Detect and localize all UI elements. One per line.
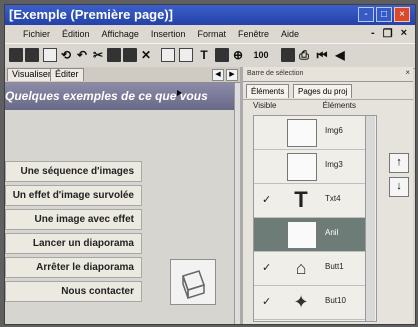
zoom-level[interactable]: 100 [249,48,273,62]
new-page-icon[interactable] [43,48,57,62]
doc-close-icon[interactable]: × [401,27,407,40]
cube-image[interactable] [170,259,216,305]
print-icon[interactable]: ⎙ [297,48,311,62]
selection-panel-title: Barre de sélection × [243,67,413,82]
nav-item-image-avec-effet[interactable]: Une image avec effet [5,209,142,230]
tab-elements[interactable]: Éléments [246,84,290,98]
scroll-right-icon[interactable]: ▶ [226,69,238,81]
menu-edition[interactable]: Édition [62,29,90,39]
elements-scrollbar[interactable] [365,116,375,321]
home-icon: ⌂ [295,258,307,278]
visibility-toggle[interactable] [262,227,274,239]
list-item-selected[interactable]: Anil [254,218,374,252]
visibility-toggle[interactable] [262,159,274,171]
cut-icon[interactable]: ✂ [91,48,105,62]
text-tool-icon[interactable]: T [197,48,211,62]
cube-icon [182,270,205,300]
image-thumbnail [287,221,317,249]
mouse-cursor-icon [177,90,182,96]
selection-tabs: Éléments Pages du proj [243,83,413,100]
selection-panel: Barre de sélection × Éléments Pages du p… [243,67,413,324]
element-name: Anil [325,228,339,237]
menu-fichier[interactable]: Fichier [23,29,50,39]
nav-item-lancer-diaporama[interactable]: Lancer un diaporama [5,233,142,254]
menu-bar: Fichier Édition Affichage Insertion Form… [5,25,415,43]
elements-list: Img6 Img3 ✓ T Txt4 Anil ✓ ⌂ Butt1 ✓ ✦ Bu… [253,115,377,322]
mode-tabs: Visualiser Éditer ◀ ▶ [5,67,240,83]
page-canvas-panel: Visualiser Éditer ◀ ▶ Quelques exemples … [5,67,241,324]
nav-item-nous-contacter[interactable]: Nous contacter [5,281,142,302]
page-header-banner: Quelques exemples de ce que vous [5,83,234,110]
link-tool-icon[interactable]: ⊕ [231,48,245,62]
scroll-left-icon[interactable]: ◀ [212,69,224,81]
app-window: [Exemple (Première page)] - □ × Fichier … [4,4,416,325]
tab-visualiser[interactable]: Visualiser [7,68,56,81]
column-elements: Éléments [322,101,357,110]
image-tool-icon[interactable] [215,48,229,62]
menu-format[interactable]: Format [197,29,226,39]
previous-page-icon[interactable]: ◀ [333,48,347,62]
nav-item-sequence-images[interactable]: Une séquence d'images [5,161,142,182]
menu-aide[interactable]: Aide [281,29,299,39]
text-element-icon: T [294,187,308,212]
selection-column-headers: Visible Éléments [253,101,373,113]
doc-minimize-icon[interactable]: - [371,27,375,40]
first-page-icon[interactable]: ⏮ [315,48,329,62]
close-button[interactable]: × [394,7,410,22]
move-down-button[interactable]: ↓ [389,177,409,197]
toolbar: ⟲ ↶ ✂ ✕ T ⊕ 100 ⎙ ⏮ ◀ [5,43,415,69]
list-item[interactable]: Img3 [254,150,374,184]
image-thumbnail [287,153,317,181]
list-item[interactable]: ✓ ✦ But10 [254,286,374,320]
list-item[interactable]: ✓ T Txt4 [254,184,374,218]
menu-affichage[interactable]: Affichage [102,29,139,39]
visibility-toggle[interactable]: ✓ [262,295,274,308]
frame-tool-icon[interactable] [179,48,193,62]
copy-icon[interactable] [107,48,121,62]
preview-icon[interactable] [281,48,295,62]
selection-panel-heading: Barre de sélection [247,70,304,77]
tab-pages-projet[interactable]: Pages du proj [293,84,353,98]
undo-icon[interactable]: ↶ [75,48,89,62]
window-title: [Exemple (Première page)] [9,7,174,22]
menu-insertion[interactable]: Insertion [151,29,186,39]
move-up-button[interactable]: ↑ [389,153,409,173]
list-item[interactable]: ✓ ⌂ Butt1 [254,252,374,286]
column-visible: Visible [253,101,277,110]
save-icon[interactable] [25,48,39,62]
doc-restore-icon[interactable]: ❐ [383,27,393,40]
title-bar: [Exemple (Première page)] - □ × [5,5,415,25]
button-element-icon: ✦ [293,292,309,312]
image-thumbnail [287,119,317,147]
list-item[interactable]: Img6 [254,116,374,150]
maximize-button[interactable]: □ [376,7,392,22]
visibility-toggle[interactable]: ✓ [262,261,274,274]
paste-icon[interactable] [123,48,137,62]
element-name: Butt1 [325,262,344,271]
element-name: Img3 [325,160,343,169]
panel-close-icon[interactable]: × [405,68,410,77]
import-icon[interactable]: ⟲ [59,48,73,62]
element-name: Txt4 [325,194,341,203]
minimize-button[interactable]: - [358,7,374,22]
delete-icon[interactable]: ✕ [139,48,153,62]
tab-editer[interactable]: Éditer [50,68,84,81]
nav-item-arreter-diaporama[interactable]: Arrêter le diaporama [5,257,142,278]
rectangle-tool-icon[interactable] [161,48,175,62]
visibility-toggle[interactable] [262,125,274,137]
element-name: But10 [325,296,346,305]
menu-fenetre[interactable]: Fenêtre [238,29,269,39]
window-controls: - □ × [358,7,410,22]
open-icon[interactable] [9,48,23,62]
nav-item-effet-image-survolee[interactable]: Un effet d'image survolée [5,185,142,206]
element-name: Img6 [325,126,343,135]
visibility-toggle[interactable]: ✓ [262,193,274,206]
